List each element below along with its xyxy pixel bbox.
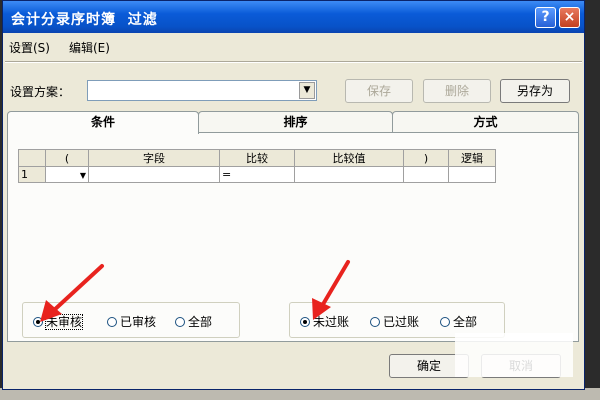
radio-audit-all-label: 全部 [188,315,213,329]
title-bar[interactable]: 会计分录序时簿 过滤 ? × [3,1,584,33]
grid-header-field: 字段 [88,149,220,167]
logic-cell[interactable] [448,166,496,183]
radio-selected-icon [33,317,43,327]
window-title: 会计分录序时簿 过滤 [11,12,158,28]
close-button[interactable]: × [559,7,580,28]
row-number: 1 [18,166,46,183]
radio-unposted[interactable]: 未过账 [300,313,349,330]
save-as-button[interactable]: 另存为 [500,79,570,103]
open-paren-cell[interactable]: ▼ [45,166,89,183]
table-row: 1 ▼ = [18,166,496,183]
chevron-down-icon[interactable]: ▼ [80,171,86,180]
delete-button[interactable]: 删除 [423,79,491,103]
radio-audit-all[interactable]: 全部 [175,313,212,330]
compare-cell[interactable]: = [219,166,295,183]
radio-icon [440,317,450,327]
conditions-grid: ( 字段 比较 比较值 ) 逻辑 1 ▼ = [18,149,496,183]
radio-post-all[interactable]: 全部 [440,313,477,330]
chevron-down-icon[interactable]: ▼ [299,82,315,99]
radio-posted-label: 已过账 [383,315,420,329]
watermark-overlay [455,333,573,377]
scheme-select[interactable]: ▼ [87,80,317,101]
radio-audited[interactable]: 已审核 [107,313,156,330]
radio-icon [107,317,117,327]
grid-header-open-paren: ( [45,149,89,167]
radio-unaudited[interactable]: 未审核 [33,313,84,330]
radio-audited-label: 已审核 [120,315,157,329]
radio-icon [370,317,380,327]
scheme-label: 设置方案： [10,85,71,99]
tab-mode[interactable]: 方式 [392,111,579,133]
radio-post-all-label: 全部 [453,315,478,329]
value-cell[interactable] [294,166,404,183]
save-button[interactable]: 保存 [345,79,413,103]
grid-header-close-paren: ) [403,149,449,167]
help-button[interactable]: ? [535,7,556,28]
menu-settings[interactable]: 设置(S) [9,39,50,56]
radio-icon [175,317,185,327]
close-paren-cell[interactable] [403,166,449,183]
grid-header-value: 比较值 [294,149,404,167]
tab-sort[interactable]: 排序 [198,111,393,133]
grid-header-logic: 逻辑 [448,149,496,167]
radio-posted[interactable]: 已过账 [370,313,419,330]
grid-header-rownum [18,149,46,167]
audit-status-group: 未审核 已审核 全部 [22,302,240,338]
radio-unposted-label: 未过账 [313,315,350,329]
conditions-panel: ( 字段 比较 比较值 ) 逻辑 1 ▼ = 未审核 已审核 全部 未过账 已过… [7,132,579,342]
radio-selected-icon [300,317,310,327]
radio-unaudited-label: 未审核 [44,314,84,330]
menu-divider [5,61,582,63]
tab-conditions[interactable]: 条件 [7,111,199,134]
grid-header-compare: 比较 [219,149,295,167]
menu-edit[interactable]: 编辑(E) [69,39,110,56]
field-cell[interactable] [88,166,220,183]
grid-header-row: ( 字段 比较 比较值 ) 逻辑 [18,149,496,167]
filter-dialog: 会计分录序时簿 过滤 ? × 设置(S) 编辑(E) 设置方案： ▼ 保存 删除… [2,0,585,390]
